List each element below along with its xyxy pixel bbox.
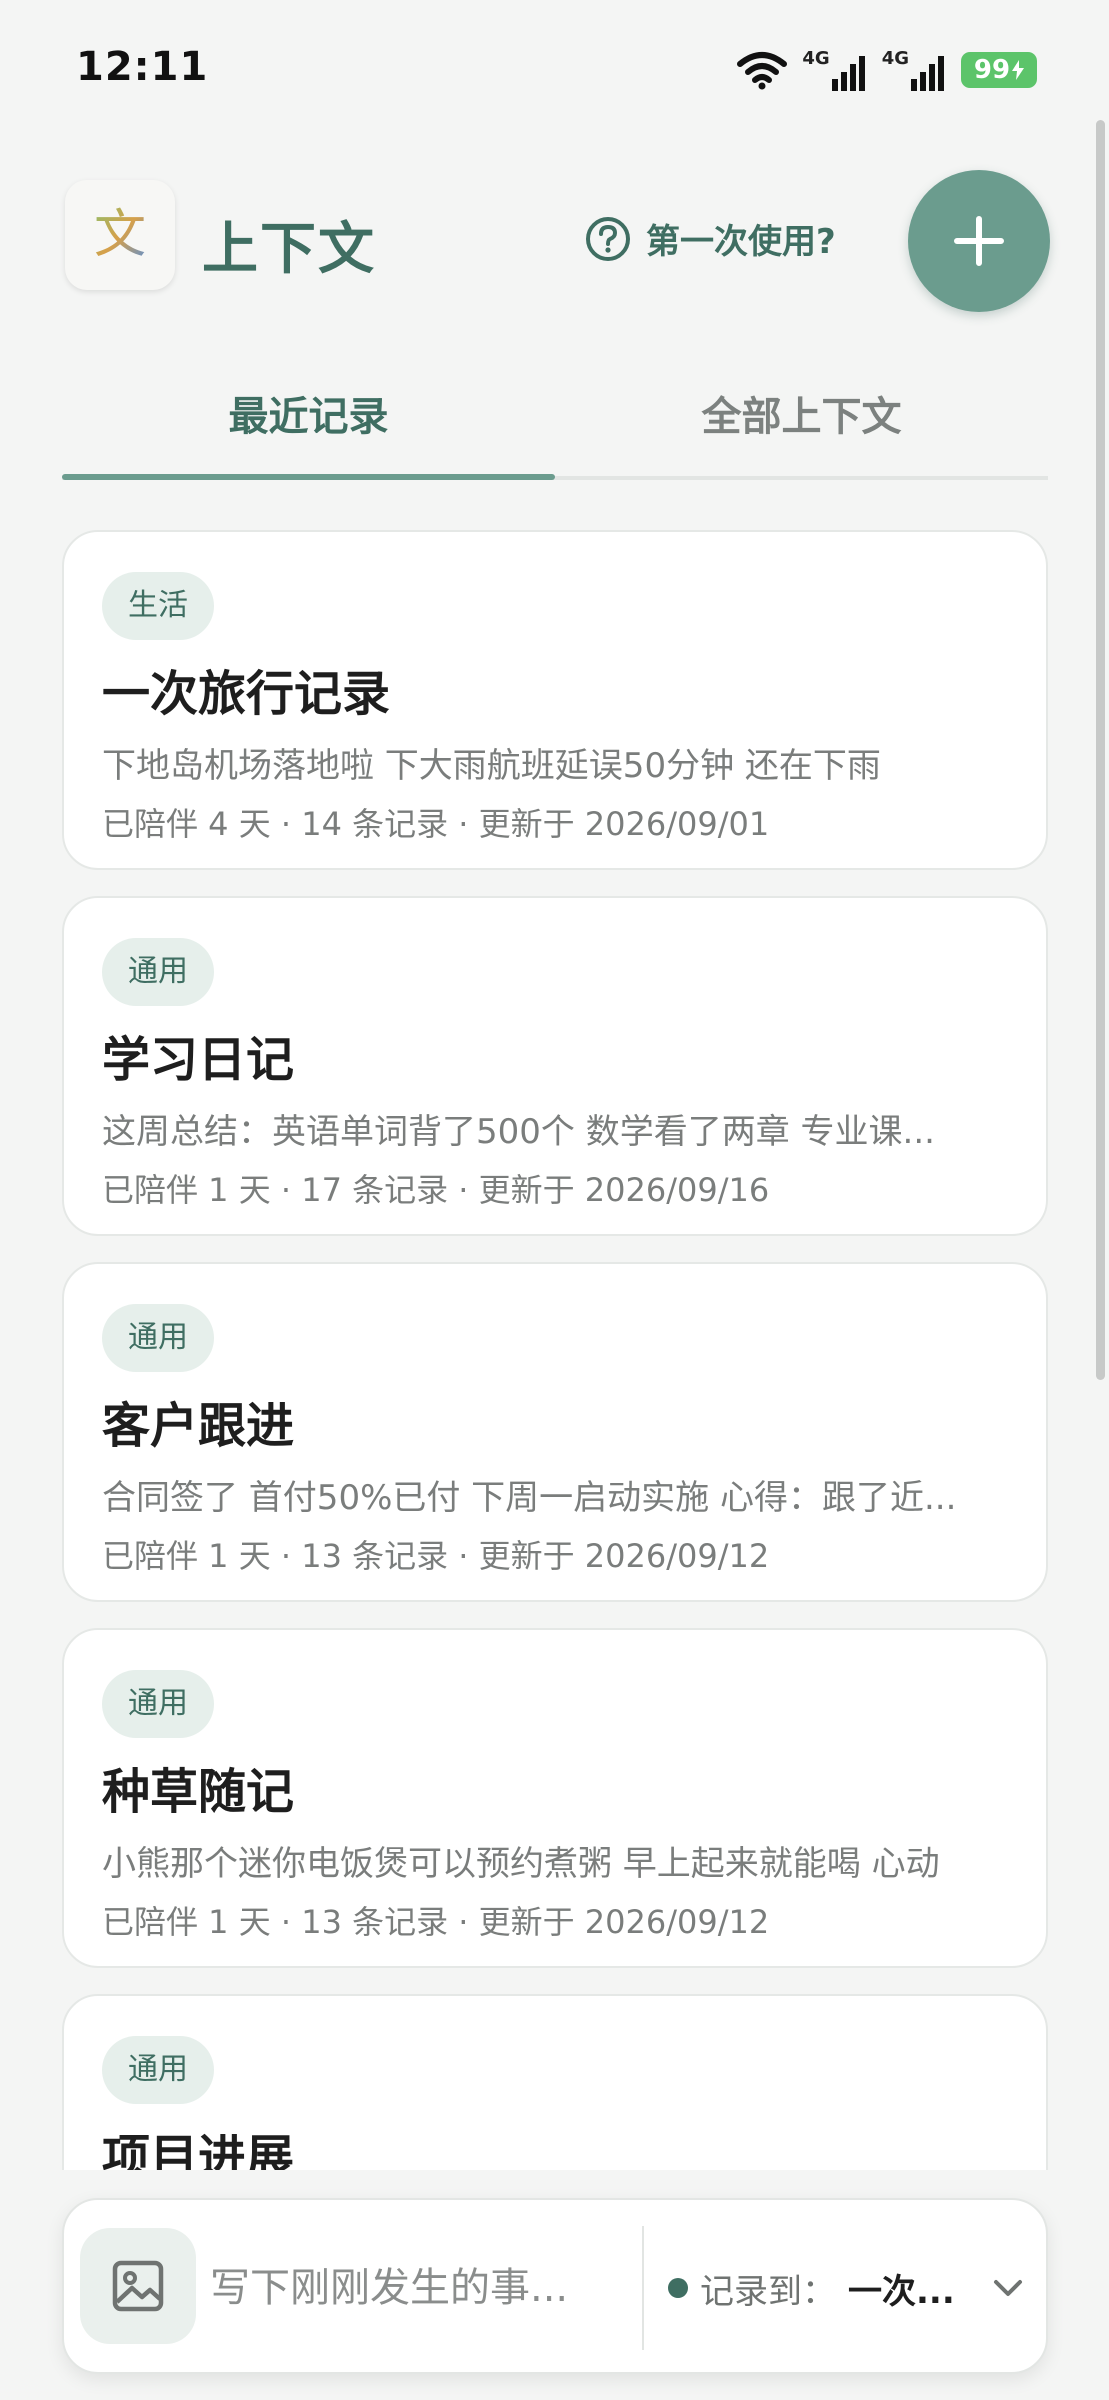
status-icons: 4G 4G 99 [736,48,1037,91]
logo-wen-icon: 文 [94,205,146,265]
target-label: 记录到： [700,2271,836,2312]
card-title: 项目进展 [102,2130,295,2170]
category-tag: 通用 [102,1670,214,1738]
record-target-select[interactable]: 记录到： 一次... [668,2256,1038,2320]
card-title: 种草随记 [102,1764,295,1820]
tab-bar: 最近记录 全部上下文 [62,370,1048,480]
cellular-signal-icon-2: 4G [882,48,947,91]
chevron-down-icon [994,2280,1022,2296]
record-input[interactable] [210,2256,610,2320]
help-label: 第一次使用? [646,222,836,262]
context-card[interactable]: 通用 种草随记 小熊那个迷你电饭煲可以预约煮粥 早上起来就能喝 心动 已陪伴 1… [62,1628,1048,1968]
card-meta: 已陪伴 4 天 · 14 条记录 · 更新于 2026/09/01 [102,805,770,843]
card-title: 一次旅行记录 [102,666,391,722]
card-preview: 小熊那个迷你电饭煲可以预约煮粥 早上起来就能喝 心动 [102,1844,940,1884]
card-title: 客户跟进 [102,1398,295,1454]
app-header: 文 上下文 第一次使用? [62,168,1050,312]
status-dot [668,2278,688,2298]
wifi-icon [736,50,788,90]
context-card[interactable]: 通用 客户跟进 合同签了 首付50%已付 下周一启动实施 心得：跟了近... 已… [62,1262,1048,1602]
scrollbar[interactable] [1096,120,1105,1380]
status-time: 12:11 [76,44,209,90]
card-title: 学习日记 [102,1032,295,1088]
category-tag: 通用 [102,938,214,1006]
context-card[interactable]: 生活 一次旅行记录 下地岛机场落地啦 下大雨航班延误50分钟 还在下雨 已陪伴 … [62,530,1048,870]
charging-bolt-icon [1012,59,1025,80]
card-preview: 这周总结：英语单词背了500个 数学看了两章 专业课... [102,1112,935,1152]
target-value: 一次... [848,2271,955,2312]
tab-all-contexts[interactable]: 全部上下文 [555,370,1048,480]
app-logo: 文 [65,180,175,290]
battery-icon: 99 [961,51,1037,88]
network-type-label-2: 4G [881,48,909,69]
network-type-label: 4G [802,48,830,69]
card-meta: 已陪伴 1 天 · 13 条记录 · 更新于 2026/09/12 [102,1903,770,1941]
image-icon [112,2260,164,2312]
card-preview: 合同签了 首付50%已付 下周一启动实施 心得：跟了近... [102,1478,957,1518]
attach-image-button[interactable] [80,2228,196,2344]
status-bar: 12:11 4G 4G 99 [0,0,1109,130]
tab-label: 最近记录 [228,394,389,440]
composer-divider [642,2226,644,2350]
quick-record-composer: 记录到： 一次... [62,2198,1048,2374]
app-title: 上下文 [202,217,376,282]
tab-recent-records[interactable]: 最近记录 [62,370,555,480]
context-card-list: 生活 一次旅行记录 下地岛机场落地啦 下大雨航班延误50分钟 还在下雨 已陪伴 … [62,530,1048,2170]
card-meta: 已陪伴 1 天 · 17 条记录 · 更新于 2026/09/16 [102,1171,770,1209]
category-tag: 生活 [102,572,214,640]
battery-level: 99 [973,54,1011,85]
cellular-signal-icon: 4G [802,48,867,91]
tab-label: 全部上下文 [701,394,902,440]
help-circle-icon [586,216,630,261]
category-tag: 通用 [102,2036,214,2104]
card-preview: 下地岛机场落地啦 下大雨航班延误50分钟 还在下雨 [102,746,881,786]
svg-text:文: 文 [94,205,146,265]
card-meta: 已陪伴 1 天 · 13 条记录 · 更新于 2026/09/12 [102,1537,770,1575]
add-context-button[interactable] [908,170,1050,312]
first-use-help-link[interactable]: 第一次使用? [584,214,836,263]
category-tag: 通用 [102,1304,214,1372]
active-tab-indicator [62,474,555,480]
context-card[interactable]: 通用 项目进展 [62,1994,1048,2170]
context-card[interactable]: 通用 学习日记 这周总结：英语单词背了500个 数学看了两章 专业课... 已陪… [62,896,1048,1236]
plus-icon [954,216,1004,266]
